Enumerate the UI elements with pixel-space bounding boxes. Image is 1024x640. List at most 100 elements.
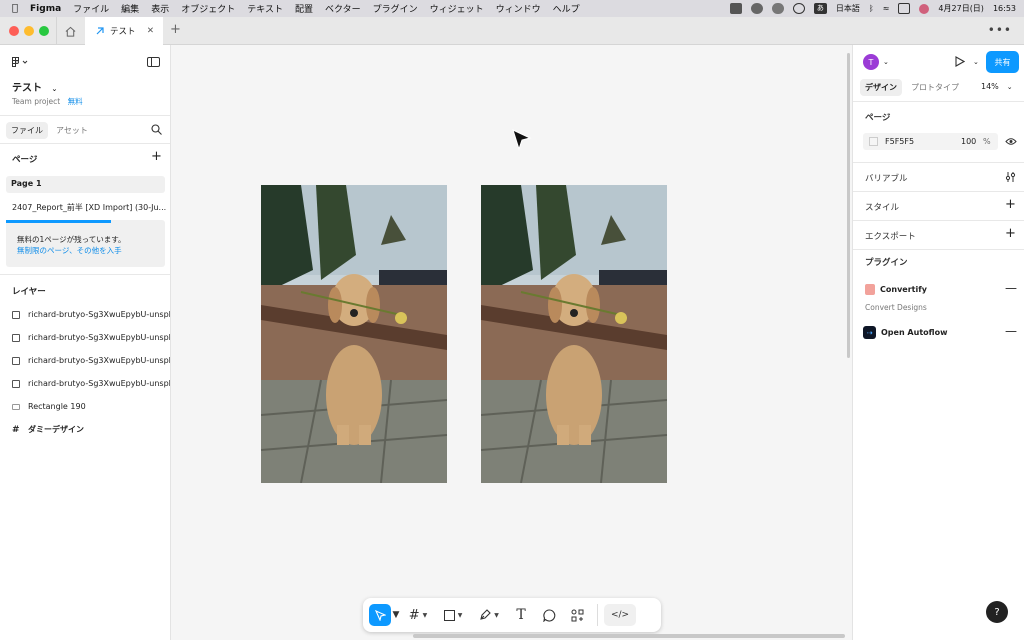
menu-app-name[interactable]: Figma [24, 4, 67, 14]
panel-toggle-icon[interactable] [147, 57, 160, 67]
collapse-icon[interactable]: — [1005, 324, 1017, 338]
page-item-2[interactable]: 2407_Report_前半 [XD Import] (30-Ju... [12, 202, 166, 213]
plugin-convertify[interactable]: Convertify [865, 284, 927, 295]
apple-icon[interactable]:  [0, 3, 24, 14]
pen-tool-button[interactable]: ▼ [471, 604, 507, 626]
menu-object[interactable]: オブジェクト [175, 2, 241, 15]
actions-icon [571, 609, 583, 621]
background-color-field[interactable]: F5F5F5 100 % [863, 133, 998, 150]
menu-plugins[interactable]: プラグイン [367, 2, 424, 15]
menu-view[interactable]: 表示 [145, 2, 175, 15]
project-name-dropdown[interactable]: テスト ⌄ [12, 79, 57, 94]
more-options-icon[interactable]: ••• [988, 23, 1012, 37]
menubar-time[interactable]: 16:53 [993, 4, 1016, 13]
dev-mode-toggle[interactable]: </> [604, 604, 636, 626]
layers-header: レイヤー [12, 287, 46, 297]
close-icon[interactable]: ✕ [147, 26, 154, 36]
search-icon[interactable] [151, 124, 162, 135]
export-section[interactable]: エクスポート [865, 230, 916, 242]
layer-item[interactable]: Rectangle 190 [12, 402, 170, 411]
plan-badge[interactable]: 無料 [68, 97, 83, 106]
menu-vector[interactable]: ベクター [319, 2, 367, 15]
chevron-down-icon[interactable]: ▼ [391, 604, 401, 626]
home-icon [65, 26, 76, 37]
menubar-date[interactable]: 4月27日(日) [938, 3, 984, 14]
comment-tool-button[interactable] [535, 604, 563, 626]
maximize-window-button[interactable] [39, 26, 49, 36]
collapse-icon[interactable]: — [1005, 281, 1017, 295]
shape-tool-button[interactable]: ▼ [435, 604, 471, 626]
add-style-icon[interactable]: + [1005, 197, 1016, 212]
siri-icon[interactable] [919, 3, 930, 14]
help-button[interactable]: ? [986, 601, 1008, 623]
ime-badge[interactable]: あ [813, 3, 827, 14]
design-canvas[interactable]: ▼ # ▼ ▼ ▼ T </> [171, 45, 852, 640]
actions-button[interactable] [563, 604, 591, 626]
file-tab[interactable]: テスト ✕ [85, 17, 163, 45]
variables-section[interactable]: バリアブル [865, 172, 908, 184]
frame-tool-button[interactable]: # ▼ [401, 604, 435, 626]
chevron-down-icon: ▼ [457, 611, 463, 619]
status-app-icon[interactable] [729, 3, 742, 14]
present-button[interactable]: ⌄ [955, 56, 979, 67]
bg-color-value[interactable]: F5F5F5 [885, 137, 914, 146]
tab-bar: テスト ✕ + ••• [0, 17, 1024, 45]
horizontal-scrollbar[interactable] [413, 634, 845, 638]
layer-item[interactable]: richard-brutyo-Sg3XwuEpybU-unsplash [12, 310, 170, 319]
add-page-icon[interactable]: + [151, 149, 162, 164]
move-tool-button[interactable] [369, 604, 391, 626]
vertical-scrollbar[interactable] [847, 53, 850, 358]
tab-design[interactable]: デザイン [860, 79, 902, 96]
adjust-icon[interactable] [1005, 172, 1016, 182]
layer-item[interactable]: # ダミーデザイン [12, 424, 170, 435]
divider [853, 101, 1024, 102]
percent-label: % [983, 137, 991, 146]
menu-widgets[interactable]: ウィジェット [424, 2, 490, 15]
text-tool-button[interactable]: T [507, 604, 535, 626]
page-item-1[interactable]: Page 1 [6, 176, 165, 193]
tab-file[interactable]: ファイル [6, 122, 48, 139]
autoflow-icon: ⇢ [863, 326, 876, 339]
ime-label[interactable]: 日本語 [836, 3, 860, 14]
image-layer-icon [12, 379, 20, 388]
layer-item[interactable]: richard-brutyo-Sg3XwuEpybU-unsplash [12, 356, 170, 365]
notice-text: 無料の1ページが残っています。 [17, 235, 126, 244]
eye-icon[interactable] [1005, 137, 1017, 146]
plugin-command[interactable]: Convert Designs [865, 303, 927, 312]
styles-section[interactable]: スタイル [865, 201, 899, 213]
share-button[interactable]: 共有 [986, 51, 1019, 73]
comment-tool-icon [542, 608, 555, 622]
avatar-dropdown[interactable]: T ⌄ [863, 54, 889, 70]
divider [0, 274, 170, 275]
upgrade-link[interactable]: 無制限のページ、その他を入手 [17, 245, 122, 256]
menu-window[interactable]: ウィンドウ [490, 2, 547, 15]
tab-prototype[interactable]: プロトタイプ [911, 82, 959, 93]
menu-file[interactable]: ファイル [67, 2, 115, 15]
rectangle-icon [12, 403, 20, 410]
close-window-button[interactable] [9, 26, 19, 36]
plugin-open-autoflow[interactable]: ⇢ Open Autoflow [863, 326, 947, 339]
dog-photo-image[interactable] [261, 185, 447, 483]
tab-assets[interactable]: アセット [56, 125, 88, 136]
zoom-dropdown[interactable]: 14% ⌄ [981, 82, 1013, 91]
status-shield-icon[interactable] [750, 3, 763, 14]
dog-photo-image[interactable] [481, 185, 667, 483]
minimize-window-button[interactable] [24, 26, 34, 36]
layer-item[interactable]: richard-brutyo-Sg3XwuEpybU-unsplash [12, 333, 170, 342]
bg-opacity-value[interactable]: 100 [961, 137, 976, 146]
status-line-icon[interactable] [771, 3, 784, 14]
bluetooth-icon[interactable]: ᛒ [869, 4, 874, 13]
menu-arrange[interactable]: 配置 [289, 2, 319, 15]
menu-text[interactable]: テキスト [241, 2, 289, 15]
layer-item[interactable]: richard-brutyo-Sg3XwuEpybU-unsplash [12, 379, 170, 388]
status-play-icon[interactable] [792, 3, 805, 14]
menu-edit[interactable]: 編集 [115, 2, 145, 15]
home-tab[interactable] [56, 17, 84, 45]
wifi-icon[interactable]: ≈ [883, 4, 890, 13]
add-export-icon[interactable]: + [1005, 226, 1016, 241]
menu-help[interactable]: ヘルプ [547, 2, 586, 15]
plus-icon[interactable]: + [170, 22, 181, 37]
color-swatch[interactable] [869, 137, 878, 146]
figma-logo-icon[interactable] [12, 57, 28, 67]
control-center-icon[interactable] [898, 3, 911, 14]
